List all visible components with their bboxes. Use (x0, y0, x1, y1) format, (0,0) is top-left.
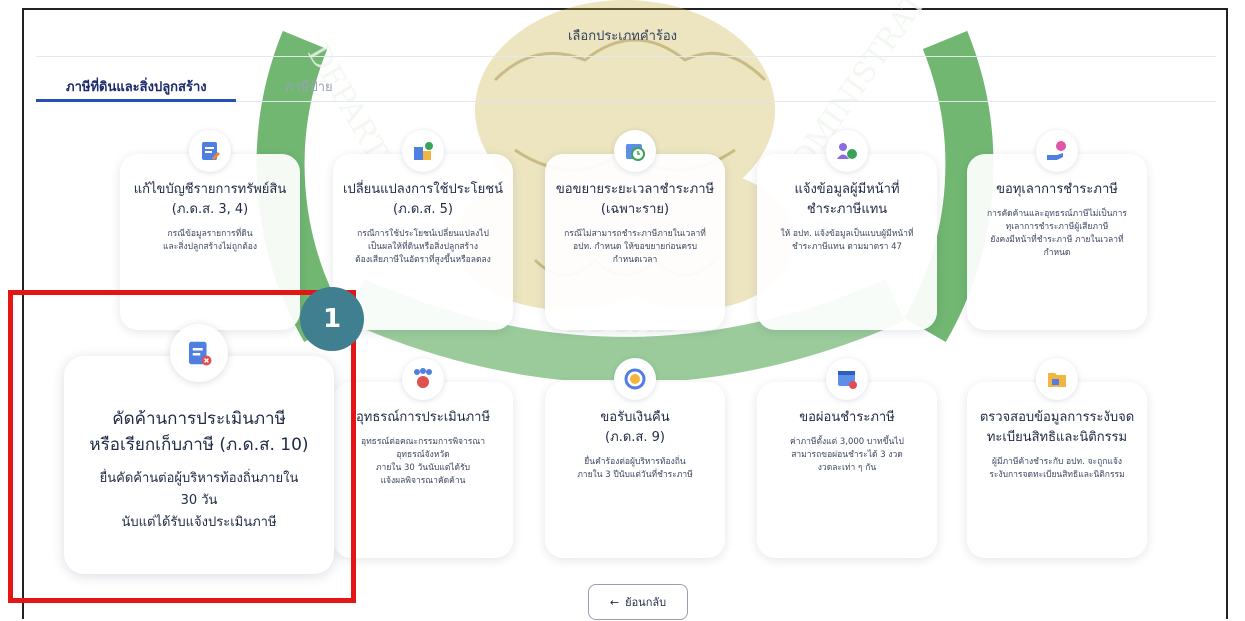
card-title: อุทธรณ์การประเมินภาษี (355, 410, 491, 425)
card-description: อุทธรณ์ต่อคณะกรรมการพิจารณา อุทธรณ์จังหวั… (360, 437, 486, 486)
calendar-installment-icon (826, 358, 868, 400)
refund-icon (614, 358, 656, 400)
card-description: การคัดค้านและอุทธรณ์ภาษีไม่เป็นการ ทุเลาก… (986, 209, 1127, 258)
card-title: เปลี่ยนแปลงการใช้ประโยชน์ (343, 182, 503, 197)
card-request-refund[interactable]: ขอรับเงินคืน (ภ.ด.ส. 9) ยื่นคำร้องต่อผู้… (545, 358, 725, 558)
card-subtitle: (เฉพาะราย) (600, 202, 670, 217)
divider (36, 56, 1216, 57)
card-check-registration-freeze[interactable]: ตรวจสอบข้อมูลการระงับจด ทะเบียนสิทธิและน… (967, 358, 1147, 558)
card-subtitle: (ภ.ด.ส. 3, 4) (171, 202, 249, 217)
card-defer-payment[interactable]: ขอทุเลาการชำระภาษี การคัดค้านและอุทธรณ์ภ… (967, 130, 1147, 330)
tab-land-buildings[interactable]: ภาษีที่ดินและสิ่งปลูกสร้าง (66, 76, 207, 97)
card-subtitle: ชำระภาษีแทน (806, 202, 888, 217)
clock-calendar-icon (614, 130, 656, 172)
document-cancel-icon (170, 324, 228, 382)
card-extend-payment[interactable]: ขอขยายระยะเวลาชำระภาษี (เฉพาะราย) กรณีไม… (545, 130, 725, 330)
back-button[interactable]: ← ย้อนกลับ (588, 584, 688, 620)
folder-lock-icon (1036, 358, 1078, 400)
tab-signboard[interactable]: ภาษีป้าย (285, 76, 333, 97)
user-swap-icon (826, 130, 868, 172)
back-button-label: ย้อนกลับ (625, 596, 667, 609)
card-description: ยื่นคัดค้านต่อผู้บริหารท้องถิ่นภายใน 30 ว… (99, 471, 299, 530)
step-badge: 1 (300, 287, 364, 351)
page-title: เลือกประเภทคำร้อง (567, 29, 678, 44)
card-description: ยื่นคำร้องต่อผู้บริหารท้องถิ่น ภายใน 3 ปี… (577, 457, 693, 480)
people-appeal-icon (402, 358, 444, 400)
clipboard-edit-icon (189, 130, 231, 172)
card-title: คัดค้านการประเมินภาษี (112, 409, 286, 429)
card-subtitle: (ภ.ด.ส. 9) (605, 430, 665, 445)
card-title: ขอผ่อนชำระภาษี (799, 410, 895, 425)
card-title: แจ้งข้อมูลผู้มีหน้าที่ (794, 182, 900, 197)
card-appeal-assessment[interactable]: อุทธรณ์การประเมินภาษี อุทธรณ์ต่อคณะกรรมก… (333, 358, 513, 558)
building-tree-icon (402, 130, 444, 172)
card-object-assessment[interactable]: คัดค้านการประเมินภาษี หรือเรียกเก็บภาษี … (64, 324, 334, 574)
card-title: ขอทุเลาการชำระภาษี (996, 182, 1118, 197)
card-description: กรณีการใช้ประโยชน์เปลี่ยนแปลงไป เป็นผลให้… (355, 229, 491, 265)
card-description: ให้ อปท. แจ้งข้อมูลเป็นแบบผู้มีหน้าที่ ชำ… (780, 229, 914, 252)
card-title: ตรวจสอบข้อมูลการระงับจด (979, 410, 1135, 425)
card-tax-proxy[interactable]: แจ้งข้อมูลผู้มีหน้าที่ ชำระภาษีแทน ให้ อ… (757, 130, 937, 330)
card-title: ขอขยายระยะเวลาชำระภาษี (555, 182, 715, 197)
active-tab-indicator (36, 99, 236, 102)
card-subtitle: (ภ.ด.ส. 5) (393, 202, 453, 217)
card-title: ขอรับเงินคืน (600, 410, 670, 425)
card-description: ค่าภาษีตั้งแต่ 3,000 บาทขึ้นไป สามารถขอผ่… (790, 437, 904, 473)
card-subtitle: ทะเบียนสิทธิและนิติกรรม (986, 430, 1128, 445)
hand-coin-icon (1036, 130, 1078, 172)
card-description: ผู้มีภาษีค้างชำระกับ อปท. จะถูกแจ้ง ระงับ… (989, 457, 1125, 480)
card-subtitle: หรือเรียกเก็บภาษี (ภ.ด.ส. 10) (89, 435, 309, 455)
card-description: กรณีไม่สามารถชำระภาษีภายในเวลาที่ อปท. กำ… (564, 229, 706, 265)
card-title: แก้ไขบัญชีรายการทรัพย์สิน (133, 182, 287, 197)
arrow-left-icon: ← (609, 595, 620, 609)
card-installment[interactable]: ขอผ่อนชำระภาษี ค่าภาษีตั้งแต่ 3,000 บาทข… (757, 358, 937, 558)
card-description: กรณีข้อมูลรายการที่ดิน และสิ่งปลูกสร้างไม… (163, 229, 257, 252)
